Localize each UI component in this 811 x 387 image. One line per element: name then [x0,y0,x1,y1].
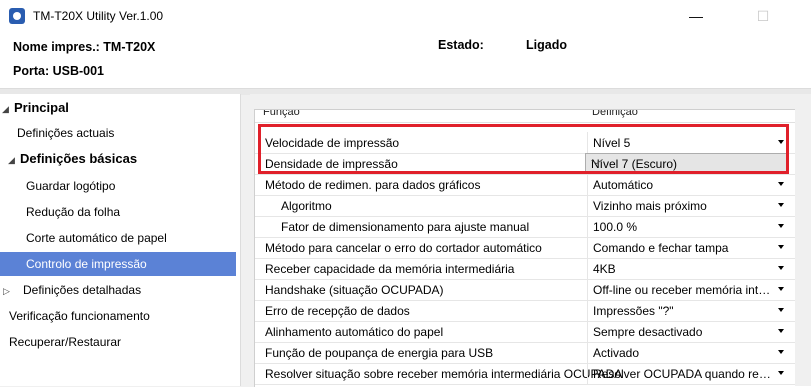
dropdown-arrow-icon[interactable] [778,203,784,207]
nav-label: Redução da folha [26,205,121,219]
table-row: Função de poupança de energia para USB A… [255,342,811,364]
title-bar: TM-T20X Utility Ver.1.00 — ☐ [0,0,811,31]
function-label: Fator de dimensionamento para ajuste man… [281,220,530,234]
setting-dropdown[interactable]: Sempre desactivado [587,321,790,342]
printer-info-header: Nome impres.: TM-T20X Porta: USB-001 Est… [0,31,811,88]
setting-dropdown[interactable]: 100.0 % [587,216,790,237]
status-label: Estado: [438,38,484,52]
function-label: Método de redimen. para dados gráficos [265,178,481,192]
port-label: Porta: USB-001 [13,64,104,78]
function-label: Resolver situação sobre receber memória … [265,367,623,381]
dropdown-arrow-icon[interactable] [778,308,784,312]
setting-dropdown[interactable]: Vizinho mais próximo [587,195,790,216]
status-value: Ligado [526,38,567,52]
vertical-scrollbar[interactable] [795,96,811,386]
setting-dropdown[interactable]: Off-line ou receber memória intermediári… [587,279,790,300]
setting-value: Vizinho mais próximo [593,199,707,213]
table-row: Fator de dimensionamento para ajuste man… [255,216,811,238]
function-label: Receber capacidade da memória intermediá… [265,262,515,276]
nav-detailed-settings[interactable]: ▷ Definições detalhadas [3,278,141,302]
nav-recover-restore[interactable]: Recuperar/Restaurar [9,330,121,354]
setting-dropdown[interactable]: 4KB [587,258,790,279]
nav-basic-settings[interactable]: ◢ Definições básicas [8,147,137,171]
table-row: Erro de recepção de dados Impressões "?" [255,300,811,322]
setting-dropdown[interactable]: Impressões "?" [587,300,790,321]
nav-label: Definições básicas [20,151,138,166]
table-row: Método para cancelar o erro do cortador … [255,237,811,259]
window-title: TM-T20X Utility Ver.1.00 [33,9,164,23]
table-row: Método de redimen. para dados gráficos A… [255,174,811,196]
expand-icon[interactable]: ▷ [3,279,15,303]
expand-icon[interactable]: ◢ [8,148,20,172]
setting-value: Automático [593,178,654,192]
setting-dropdown[interactable]: Comando e fechar tampa [587,237,790,258]
function-label: Erro de recepção de dados [265,304,410,318]
maximize-button[interactable]: ☐ [740,2,786,30]
nav-save-logo[interactable]: Guardar logótipo [26,174,115,198]
printer-name: Nome impres.: TM-T20X [13,40,156,54]
function-label: Algoritmo [281,199,332,213]
nav-label: Definições detalhadas [23,283,142,297]
dropdown-arrow-icon[interactable] [778,245,784,249]
nav-label: Verificação funcionamento [9,309,150,323]
function-label: Handshake (situação OCUPADA) [265,283,444,297]
table-row: Algoritmo Vizinho mais próximo [255,195,811,217]
table-row: Receber capacidade da memória intermediá… [255,258,811,280]
function-label: Função de poupança de energia para USB [265,346,494,360]
dropdown-arrow-icon[interactable] [778,329,784,333]
highlight-annotation-box [258,124,789,174]
setting-dropdown[interactable]: Automático [587,174,790,195]
table-row: Alinhamento automático do papel Sempre d… [255,321,811,343]
nav-print-control[interactable]: Controlo de impressão [0,252,236,276]
setting-dropdown[interactable]: Activado [587,342,790,363]
function-label: Método para cancelar o erro do cortador … [265,241,542,255]
setting-value: Activado [593,346,640,360]
setting-value: 4KB [593,262,616,276]
navigation-tree: ◢ Principal Definições actuais ◢ Definiçõe… [0,94,241,386]
dropdown-arrow-icon[interactable] [778,350,784,354]
setting-value: Comando e fechar tampa [593,241,729,255]
nav-principal[interactable]: ◢ Principal [2,96,69,120]
nav-label: Definições actuais [17,126,115,140]
setting-value: Off-line ou receber memória intermediári… [593,283,775,297]
nav-label: Principal [14,100,69,115]
app-icon [9,8,25,24]
dropdown-arrow-icon[interactable] [778,371,784,375]
nav-current-settings[interactable]: Definições actuais [17,121,114,145]
column-header-setting: Definição [592,110,638,118]
nav-label: Corte automático de papel [26,231,167,245]
dropdown-arrow-icon[interactable] [778,266,784,270]
expand-icon[interactable]: ◢ [2,97,14,121]
setting-dropdown[interactable]: Resolver OCUPADA quando receber memória [587,363,790,384]
setting-value: Impressões "?" [593,304,674,318]
setting-value: 100.0 % [593,220,638,234]
grid-header: Função Definição [255,110,811,123]
table-row: Resolver situação sobre receber memória … [255,363,811,385]
nav-auto-paper-cut[interactable]: Corte automático de papel [26,226,167,250]
setting-value: Sempre desactivado [593,325,703,339]
function-label: Alinhamento automático do papel [265,325,444,339]
nav-paper-reduction[interactable]: Redução da folha [26,200,120,224]
nav-label: Guardar logótipo [26,179,116,193]
dropdown-arrow-icon[interactable] [778,224,784,228]
dropdown-arrow-icon[interactable] [778,182,784,186]
nav-label: Controlo de impressão [26,257,147,271]
minimize-button[interactable]: — [673,2,719,30]
table-row: Handshake (situação OCUPADA) Off-line ou… [255,279,811,301]
nav-operation-check[interactable]: Verificação funcionamento [9,304,150,328]
dropdown-arrow-icon[interactable] [778,287,784,291]
column-header-function: Função [263,110,300,118]
nav-label: Recuperar/Restaurar [9,335,122,349]
setting-value: Resolver OCUPADA quando receber memória [593,367,775,381]
